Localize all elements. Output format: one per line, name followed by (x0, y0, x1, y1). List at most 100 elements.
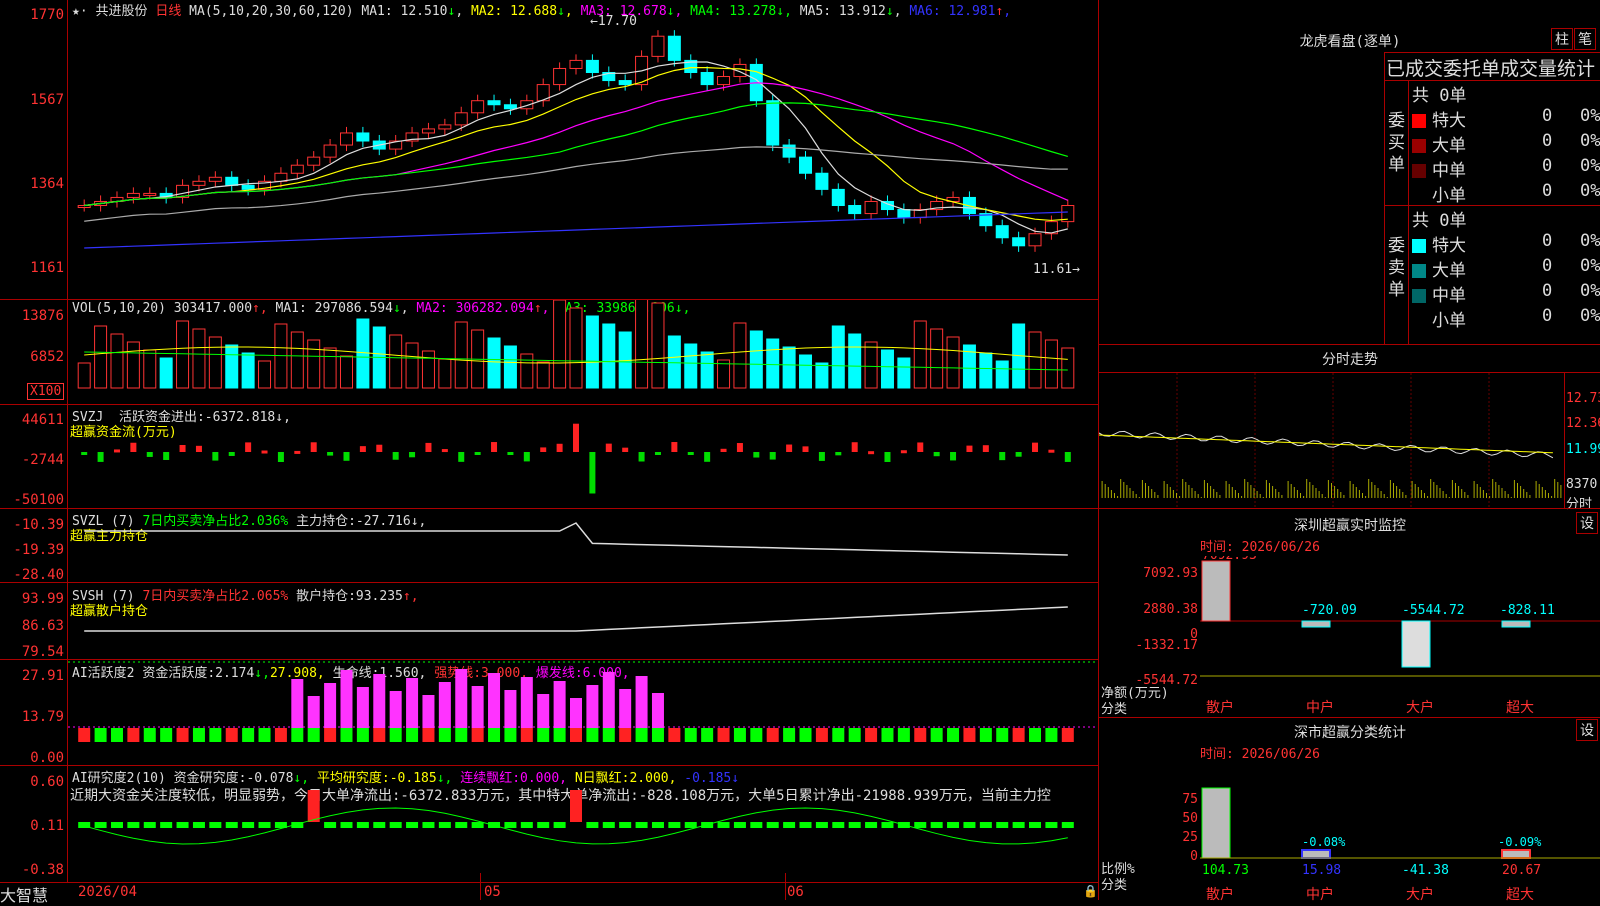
activity-bar (422, 728, 435, 742)
activity-bar (979, 728, 992, 742)
activity-bar (651, 693, 664, 728)
monitor-settings-button[interactable]: 设 (1576, 512, 1598, 534)
y-tick: -1332.17 (1135, 638, 1198, 653)
flow-bar (851, 442, 858, 452)
research-bar (766, 822, 779, 828)
ai1-chart[interactable] (68, 660, 1098, 765)
activity-bar (537, 694, 550, 728)
fenshi-chart[interactable] (1099, 373, 1564, 508)
monitor-cat-1: 中户 (1306, 700, 1334, 716)
y-tick: -0.38 (21, 862, 64, 878)
monitor-chart[interactable]: 7092.93 -720.09 -5544.72 -828.11 (1200, 556, 1600, 686)
flow-bar (1032, 442, 1039, 452)
classify-xlabel: 分类 (1101, 878, 1128, 893)
volume-bar (77, 362, 91, 389)
candle (143, 192, 157, 196)
flow-bar (458, 452, 465, 462)
retail-bar (1201, 787, 1231, 859)
candle (241, 184, 255, 190)
candle (225, 176, 239, 186)
volume-bar (520, 353, 534, 389)
buy-total: 共 0单 (1412, 86, 1467, 106)
candle (471, 100, 485, 114)
volume-bar (438, 358, 452, 389)
color-swatch (1412, 114, 1426, 128)
research-bar (471, 822, 484, 828)
research-bar (160, 822, 173, 828)
research-bar (733, 822, 746, 828)
flow-bar (245, 442, 252, 452)
flow-bar (409, 452, 416, 458)
sep (1564, 372, 1565, 508)
candle (831, 188, 845, 207)
svzl-chart[interactable] (68, 509, 1098, 582)
volume-bar (848, 333, 862, 389)
activity-bar (258, 728, 271, 742)
research-bar (832, 822, 845, 828)
candlestick-chart[interactable] (68, 0, 1098, 299)
flow-bar (933, 452, 940, 457)
candle (520, 100, 534, 110)
low-label: 11.61→ (1033, 262, 1080, 277)
flow-bar (802, 446, 809, 452)
lock-icon[interactable]: 🔒 (1083, 884, 1098, 898)
sep (1098, 344, 1600, 345)
flow-bar (97, 452, 104, 462)
volume-bar (667, 335, 681, 389)
volume-bar (602, 323, 616, 389)
vol-unit-button[interactable]: X100 (27, 383, 65, 400)
bar-mode-button[interactable]: 柱 (1551, 28, 1573, 50)
classify-cat-3: 超大 (1506, 887, 1534, 903)
activity-bar (94, 728, 107, 742)
volume-bar (897, 357, 911, 389)
activity-bar (406, 728, 419, 742)
ai2-chart[interactable] (68, 766, 1098, 882)
y-tick: 25 (1182, 830, 1198, 845)
research-bar (307, 790, 320, 822)
x-label: 2026/04 (78, 884, 138, 900)
flow-bar (474, 452, 481, 455)
volume-bar (569, 307, 583, 389)
activity-bar (881, 728, 894, 742)
flow-bar (327, 452, 334, 456)
volume-bar (749, 330, 763, 389)
flow-bar (261, 450, 268, 454)
volume-bar (94, 325, 108, 389)
flow-bar (687, 452, 694, 455)
flow-bar (146, 452, 153, 457)
x-tick (480, 873, 481, 900)
activity-bar (914, 728, 927, 742)
activity-bar (160, 728, 173, 742)
y-tick: 12.73 (1566, 391, 1600, 406)
tick-mode-button[interactable]: 笔 (1574, 28, 1596, 50)
candle (1028, 233, 1042, 247)
y-tick: 13.79 (21, 709, 64, 725)
research-bar (979, 822, 992, 828)
activity-bar (488, 673, 501, 728)
classify-title: 深市超赢分类统计 (1294, 725, 1406, 741)
classify-chart[interactable]: -0.08% -0.09% 104.73 15.98 -41.38 20.67 (1200, 770, 1600, 880)
flow-bar (900, 450, 907, 454)
svzj-chart[interactable] (68, 405, 1098, 508)
candle (700, 71, 714, 86)
activity-bar (307, 728, 320, 742)
research-bar (127, 822, 140, 828)
activity-bar (422, 695, 435, 728)
classify-value: 20.67 (1502, 863, 1541, 878)
volume-bar (159, 357, 173, 389)
candle (339, 132, 353, 146)
activity-bar (848, 728, 861, 742)
research-bar (340, 822, 353, 828)
svsh-chart[interactable] (68, 583, 1098, 659)
activity-bar (324, 683, 337, 728)
research-bar (750, 822, 763, 828)
volume-chart[interactable] (68, 300, 1098, 404)
research-bar (389, 822, 402, 828)
activity-bar (504, 728, 517, 742)
flow-bar (540, 447, 547, 452)
activity-bar (750, 728, 763, 742)
research-bar (406, 822, 419, 828)
xlarge-bar (1501, 620, 1531, 628)
flow-bar (343, 452, 350, 461)
classify-settings-button[interactable]: 设 (1576, 719, 1598, 741)
